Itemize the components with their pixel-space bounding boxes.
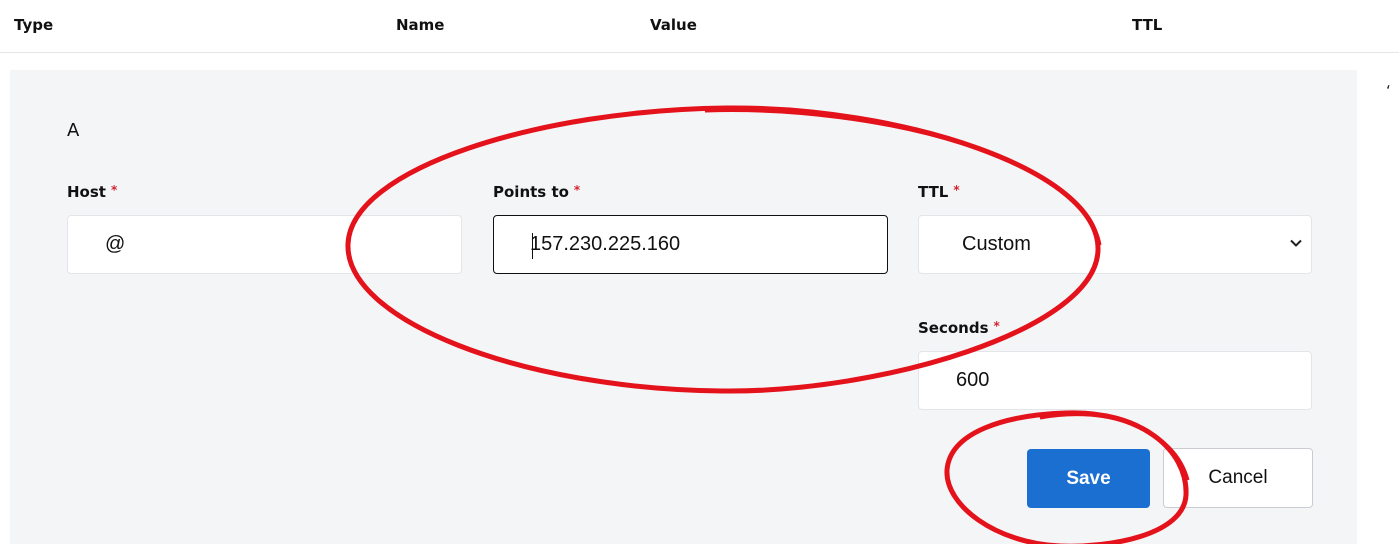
ttl-required-mark: * [953,183,960,197]
ttl-select[interactable]: Custom [918,215,1312,274]
seconds-label-text: Seconds [918,319,989,337]
column-header-type: Type [14,16,54,34]
cancel-button[interactable]: Cancel [1163,448,1313,508]
column-header-name: Name [396,16,445,34]
seconds-required-mark: * [993,319,1000,333]
host-input[interactable] [67,215,462,274]
header-divider [0,52,1399,53]
points-to-input[interactable] [493,215,888,274]
ttl-label-text: TTL [918,183,949,201]
host-label: Host * [67,183,117,201]
points-to-label-text: Points to [493,183,569,201]
edge-marker: ‘ [1386,82,1391,100]
seconds-input[interactable] [918,351,1312,410]
text-caret [532,233,533,259]
host-label-text: Host [67,183,106,201]
chevron-down-icon [1290,239,1302,247]
save-button[interactable]: Save [1027,449,1150,508]
record-type-label: A [67,120,80,141]
host-required-mark: * [110,183,118,197]
ttl-label: TTL * [918,183,960,201]
column-header-ttl: TTL [1132,16,1163,34]
seconds-label: Seconds * [918,319,1000,337]
points-to-label: Points to * [493,183,580,201]
column-header-value: Value [650,16,697,34]
edit-record-panel [10,70,1357,544]
ttl-selected-value: Custom [962,233,1031,255]
points-to-required-mark: * [573,183,581,197]
